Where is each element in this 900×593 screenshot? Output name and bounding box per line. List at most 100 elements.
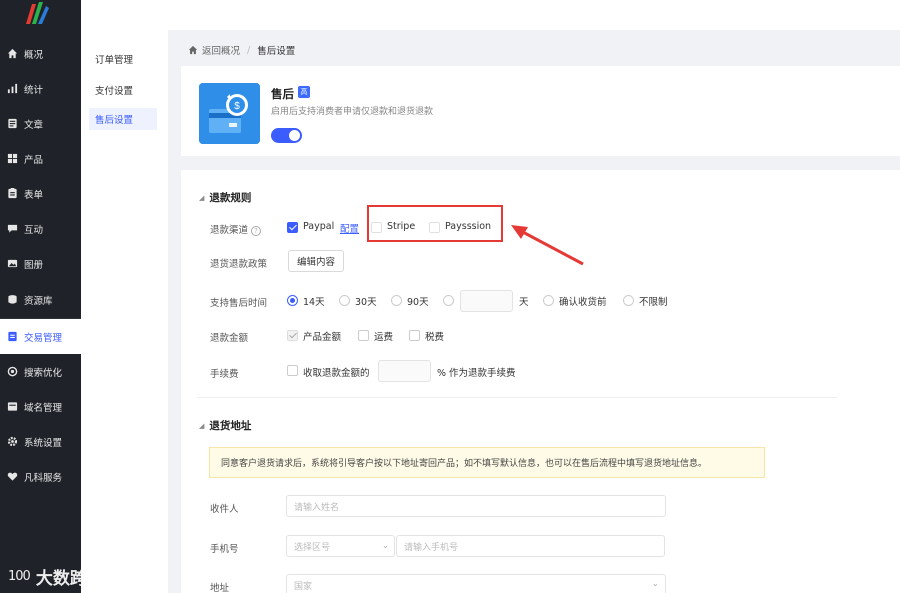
sidebar-item-service[interactable]: 凡科服务 — [0, 459, 81, 494]
section-title-return-address: ◢ 退货地址 — [199, 418, 251, 433]
product-icon — [6, 153, 18, 165]
app-logo — [26, 2, 49, 24]
sidebar-item-label: 域名管理 — [24, 402, 63, 414]
seo-icon — [6, 366, 18, 378]
watermark-brand: 大数跨境 — [35, 569, 104, 589]
stats-icon — [6, 83, 18, 95]
sidebar-item-label: 系统设置 — [24, 437, 63, 449]
subnav-label: 订单管理 — [95, 55, 134, 66]
amount-product-checkbox[interactable] — [287, 330, 298, 341]
refund-channel-label: 退款渠道? — [210, 222, 262, 236]
annotation-highlight-box — [367, 205, 503, 242]
period-30-label: 30天 — [355, 297, 377, 308]
breadcrumb-back-link[interactable]: 返回概况 — [202, 43, 240, 57]
period-custom-radio[interactable] — [443, 295, 454, 306]
input-placeholder: 选择区号 — [294, 542, 331, 553]
fee-text-after: % 作为退款手续费 — [437, 368, 516, 379]
channel-paypal-label: Paypal — [303, 221, 335, 232]
home-icon — [6, 48, 18, 60]
article-icon — [6, 118, 18, 130]
chat-icon — [6, 223, 18, 235]
period-14-radio[interactable] — [287, 295, 298, 306]
period-before-receipt-radio[interactable] — [543, 295, 554, 306]
subnav-label: 售后设置 — [95, 115, 134, 126]
sidebar-item-label: 产品 — [24, 154, 44, 166]
recipient-label: 收件人 — [210, 504, 239, 515]
sidebar-item-overview[interactable]: 概况 — [0, 36, 81, 71]
top-bar — [81, 0, 900, 30]
phone-label: 手机号 — [210, 544, 239, 555]
amount-product-label: 产品金额 — [303, 332, 342, 343]
breadcrumb: 返回概况 / 售后设置 — [188, 43, 295, 57]
subnav-item-aftersale[interactable]: 售后设置 — [89, 108, 157, 130]
period-90-label: 90天 — [407, 297, 429, 308]
sidebar-item-label: 图册 — [24, 259, 44, 271]
refund-app-icon: $ — [199, 83, 260, 144]
fee-label: 手续费 — [210, 369, 239, 380]
sidebar-item-trade[interactable]: 交易管理 — [0, 319, 81, 354]
period-30-radio[interactable] — [339, 295, 350, 306]
fee-percent-input[interactable] — [378, 360, 431, 382]
sidebar-item-products[interactable]: 产品 — [0, 141, 81, 176]
sidebar-item-interaction[interactable]: 互动 — [0, 211, 81, 246]
watermark-logo: 100 — [8, 569, 31, 584]
sidebar-item-label: 文章 — [24, 119, 44, 131]
amount-shipping-checkbox[interactable] — [358, 330, 369, 341]
premium-badge: 高 — [298, 86, 310, 98]
sidebar-item-articles[interactable]: 文章 — [0, 106, 81, 141]
period-unlimited-radio[interactable] — [623, 295, 634, 306]
fee-text-before: 收取退款金额的 — [303, 368, 370, 379]
feature-description: 启用后支持消费者申请仅退款和退货退款 — [271, 107, 434, 117]
period-90-radio[interactable] — [391, 295, 402, 306]
sidebar-item-seo[interactable]: 搜索优化 — [0, 354, 81, 389]
svg-text:$: $ — [234, 101, 240, 112]
edit-policy-button[interactable]: 编辑内容 — [288, 250, 344, 272]
feature-title: 售后 — [271, 87, 294, 101]
custom-days-unit: 天 — [519, 297, 529, 308]
channel-paypal-checkbox[interactable] — [287, 222, 298, 233]
input-placeholder: 国家 — [294, 581, 313, 592]
sidebar-item-forms[interactable]: 表单 — [0, 176, 81, 211]
amount-tax-label: 税费 — [425, 332, 445, 343]
area-code-select[interactable]: 选择区号 — [286, 535, 395, 557]
refund-channel-label-text: 退款渠道 — [210, 225, 249, 236]
sidebar-item-label: 资源库 — [24, 295, 53, 307]
gallery-icon — [6, 258, 18, 270]
breadcrumb-current: 售后设置 — [257, 46, 296, 57]
subnav-item-payment[interactable]: 支付设置 — [89, 79, 157, 101]
recipient-name-input[interactable]: 请输入姓名 — [286, 495, 666, 517]
paypal-config-link[interactable]: 配置 — [340, 221, 359, 235]
phone-number-input[interactable]: 请输入手机号 — [396, 535, 665, 557]
refund-amount-label: 退款金额 — [210, 333, 249, 344]
sidebar-item-domain[interactable]: 域名管理 — [0, 389, 81, 424]
country-select[interactable]: 国家 — [286, 574, 666, 593]
help-icon[interactable]: ? — [251, 225, 262, 236]
sidebar-item-settings[interactable]: 系统设置 — [0, 424, 81, 459]
sidebar-item-stats[interactable]: 统计 — [0, 71, 81, 106]
subnav-item-orders[interactable]: 订单管理 — [89, 48, 157, 70]
collapse-triangle-icon[interactable]: ◢ — [199, 194, 204, 202]
annotation-arrow-icon — [511, 225, 584, 266]
trade-icon — [6, 331, 18, 343]
collapse-triangle-icon[interactable]: ◢ — [199, 422, 204, 430]
notice-text: 同意客户退货请求后，系统将引导客户按以下地址寄回产品；如不填写默认信息，也可以在… — [221, 459, 708, 469]
period-14-label: 14天 — [303, 297, 325, 308]
period-before-receipt-label: 确认收货前 — [559, 297, 607, 308]
sidebar-item-gallery[interactable]: 图册 — [0, 246, 81, 281]
address-label: 地址 — [210, 583, 230, 593]
sidebar-item-label: 概况 — [24, 49, 44, 61]
sidebar-item-label: 表单 — [24, 189, 44, 201]
sidebar-item-library[interactable]: 资源库 — [0, 282, 81, 317]
custom-days-input[interactable] — [460, 290, 513, 312]
section-title-text: 退款规则 — [209, 192, 252, 204]
sub-sidebar: 订单管理 支付设置 售后设置 — [81, 30, 168, 593]
form-icon — [6, 188, 18, 200]
amount-tax-checkbox[interactable] — [409, 330, 420, 341]
feature-toggle[interactable] — [271, 128, 302, 143]
sidebar-item-label: 搜索优化 — [24, 367, 63, 379]
brand-watermark: 100 大数跨境 — [8, 564, 104, 589]
sidebar-item-label: 统计 — [24, 84, 44, 96]
period-unlimited-label: 不限制 — [639, 297, 668, 308]
chevron-down-icon: ⌄ — [382, 541, 389, 550]
fee-enable-checkbox[interactable] — [287, 365, 298, 376]
